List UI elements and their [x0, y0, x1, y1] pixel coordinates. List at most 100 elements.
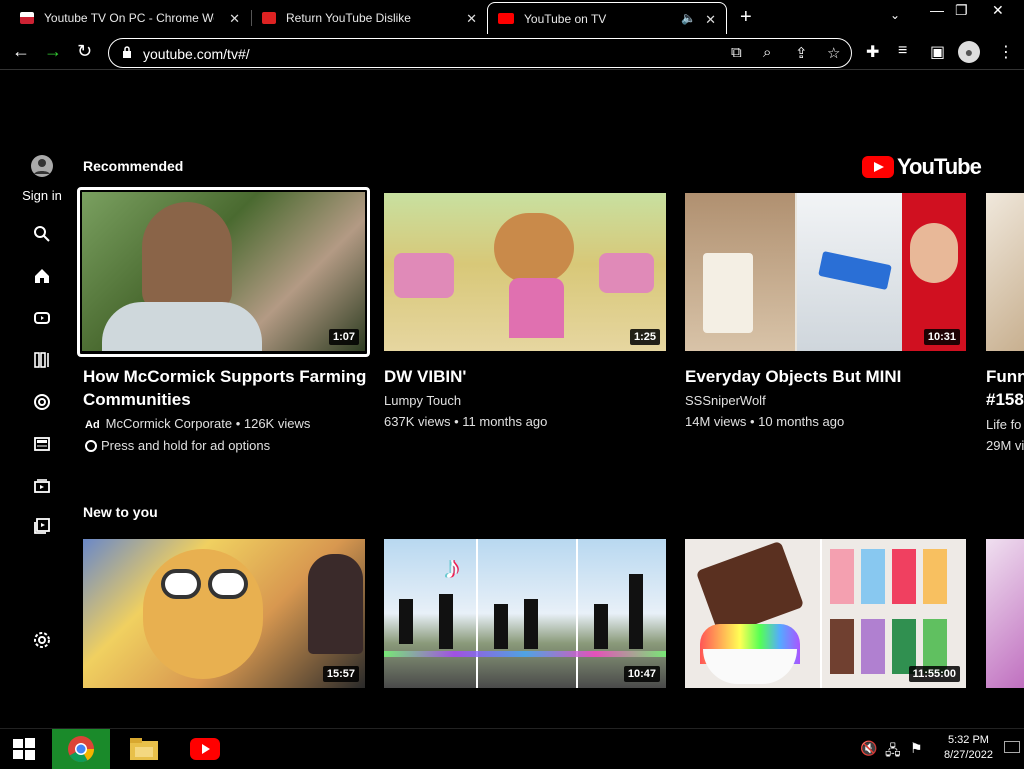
thumbnail-popsicle	[923, 549, 947, 604]
close-window-icon[interactable]: ✕	[992, 2, 1004, 19]
shelf-title-new-to-you: New to you	[83, 504, 158, 520]
side-panel-icon[interactable]: ▣	[930, 42, 945, 62]
thumbnail-character-head	[494, 213, 574, 283]
share-icon[interactable]: ⇪	[795, 44, 808, 62]
notification-icon[interactable]	[1004, 741, 1020, 753]
extensions-icon[interactable]: ✚	[866, 42, 879, 62]
tab-youtube-on-tv[interactable]: YouTube on TV 🔈 ✕	[487, 2, 727, 34]
tab-title: YouTube on TV	[524, 11, 607, 26]
new-tab-icon[interactable]: +	[740, 6, 752, 29]
close-tab-icon[interactable]: ✕	[229, 11, 240, 27]
thumbnail-dancer	[629, 574, 643, 649]
forward-icon[interactable]: →	[44, 41, 62, 62]
video-channel: SSSniperWolf	[685, 393, 766, 408]
thumbnail-neon-glow	[384, 651, 666, 657]
video-thumbnail[interactable]: 11:55:00	[685, 539, 966, 688]
profile-avatar-icon[interactable]: ●	[958, 41, 980, 63]
reload-icon[interactable]: ↻	[77, 41, 92, 62]
taskbar-youtube[interactable]	[178, 729, 232, 769]
back-icon[interactable]: ←	[12, 41, 30, 62]
network-icon[interactable]: 🖧	[885, 740, 901, 764]
web-store-favicon-icon	[20, 12, 34, 24]
tab-search-icon[interactable]: ⌄	[890, 8, 900, 22]
video-channel: Life fo	[986, 417, 1022, 432]
library-icon[interactable]	[30, 349, 54, 371]
tab-title: Return YouTube Dislike	[286, 11, 411, 25]
windows-logo-icon	[13, 738, 35, 760]
video-duration: 1:07	[328, 329, 359, 345]
thumbnail-chocolate-bar	[695, 540, 805, 638]
address-bar[interactable]: youtube.com/tv#/ ⧉ ⌕ ⇪ ☆	[108, 38, 852, 68]
settings-icon[interactable]	[30, 629, 54, 651]
taskbar-chrome[interactable]	[52, 729, 110, 769]
queue-icon[interactable]	[30, 515, 54, 537]
dislike-favicon-icon	[262, 12, 276, 24]
home-icon[interactable]	[30, 265, 54, 287]
thumbnail-popsicle	[830, 549, 854, 604]
close-tab-icon[interactable]: ✕	[705, 12, 716, 28]
menu-dots-icon[interactable]: ⋮	[998, 42, 1014, 62]
clock-date: 8/27/2022	[944, 749, 993, 761]
tab-chrome-web-store[interactable]: Youtube TV On PC - Chrome Web Store ✕	[10, 2, 250, 34]
video-duration: 1:25	[629, 329, 660, 345]
ad-options-text: Press and hold for ad options	[101, 438, 271, 453]
url-text: youtube.com/tv#/	[143, 46, 250, 62]
volume-muted-icon[interactable]: 🔇	[860, 740, 877, 757]
thumbnail-popsicle	[861, 619, 885, 674]
zoom-icon[interactable]: ⌕	[763, 44, 771, 61]
video-thumbnail[interactable]: ♪ 10:47	[384, 539, 666, 688]
thumbnail-shirt	[102, 302, 262, 351]
thumbnail-character-dress	[509, 278, 564, 338]
shorts-icon[interactable]	[30, 307, 54, 329]
thumbnail-face	[910, 223, 958, 283]
video-thumbnail[interactable]: 1:07	[82, 192, 365, 351]
thumbnail-pink-sofa	[394, 253, 454, 298]
taskbar-file-explorer[interactable]	[118, 729, 170, 769]
media-control-icon[interactable]: ≡	[898, 42, 907, 60]
search-icon[interactable]	[30, 223, 54, 245]
ad-badge: Ad	[85, 419, 100, 431]
video-meta: 14M views • 10 months ago	[685, 414, 845, 429]
gaming-icon[interactable]	[30, 475, 54, 497]
chrome-icon	[68, 736, 95, 763]
youtube-logo: YouTube	[862, 154, 982, 180]
thumbnail-popsicle	[892, 549, 916, 604]
youtube-favicon-icon	[498, 13, 514, 24]
thumbnail-dancer	[524, 599, 538, 649]
flag-alert-icon[interactable]: ⚑	[910, 740, 923, 757]
thumbnail-divider	[820, 539, 822, 688]
tab-return-youtube-dislike[interactable]: Return YouTube Dislike ✕	[252, 2, 487, 34]
thumbnail-person	[142, 202, 232, 312]
video-meta: 637K views • 11 months ago	[384, 414, 548, 429]
close-tab-icon[interactable]: ✕	[466, 11, 477, 27]
youtube-play-logo-icon	[862, 156, 894, 178]
video-thumbnail-partial[interactable]	[986, 539, 1024, 688]
thumbnail-text-art	[133, 599, 303, 625]
subscriptions-icon[interactable]	[30, 433, 54, 455]
folder-icon	[130, 738, 158, 760]
system-clock[interactable]: 5:32 PM 8/27/2022	[944, 733, 993, 763]
thumbnail-glasses-left	[161, 569, 201, 599]
windows-taskbar: 🔇 🖧 ⚑ 5:32 PM 8/27/2022	[0, 728, 1024, 769]
youtube-wordmark: YouTube	[897, 154, 982, 179]
thumbnail-popsicle	[830, 619, 854, 674]
thumbnail-divider	[576, 539, 578, 688]
minimize-icon[interactable]: —	[930, 2, 944, 18]
video-thumbnail[interactable]: 15:57	[83, 539, 365, 688]
video-thumbnail[interactable]: 1:25	[384, 193, 666, 351]
video-thumbnail[interactable]: 10:31	[685, 193, 966, 351]
sign-in-label[interactable]: Sign in	[14, 188, 70, 203]
open-in-app-icon[interactable]: ⧉	[731, 44, 742, 61]
speaker-icon[interactable]: 🔈	[681, 11, 696, 25]
restore-icon[interactable]: ❐	[955, 2, 968, 19]
thumbnail-person-right	[308, 554, 363, 654]
thumbnail-dancer	[399, 599, 413, 644]
start-button[interactable]	[0, 729, 48, 769]
trending-icon[interactable]	[30, 391, 54, 413]
video-thumbnail[interactable]	[986, 193, 1024, 351]
bookmark-star-icon[interactable]: ☆	[827, 44, 840, 62]
clock-time: 5:32 PM	[947, 734, 989, 746]
tab-title: Youtube TV On PC - Chrome Web Store	[44, 11, 214, 25]
video-title: DW VIBIN'	[384, 367, 467, 386]
account-icon[interactable]	[30, 155, 54, 177]
